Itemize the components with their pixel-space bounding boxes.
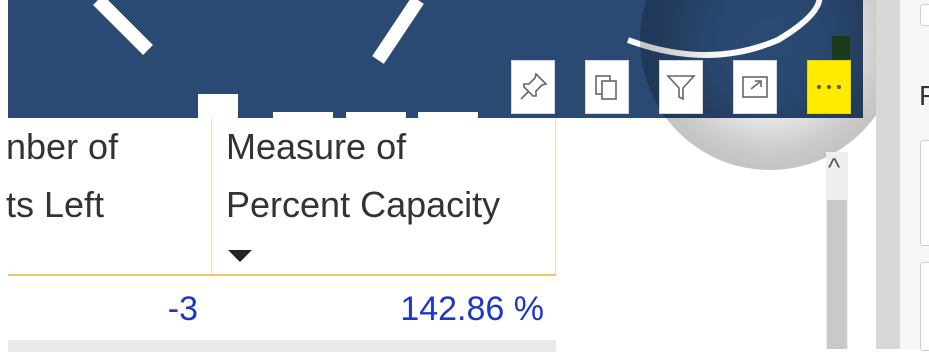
focus-mode-button[interactable] (733, 60, 777, 114)
sort-descending-icon[interactable] (228, 250, 252, 262)
column-separator[interactable] (555, 118, 556, 276)
ellipsis-icon (817, 85, 841, 89)
column-separator[interactable] (211, 118, 212, 276)
focus-mode-icon (742, 76, 768, 98)
column-header-units-left[interactable]: nber of ts Left (6, 118, 206, 276)
header-underline (8, 274, 556, 276)
column-header-line: nber of (6, 126, 119, 167)
decorative-block (832, 36, 850, 60)
pane-field-well[interactable] (920, 140, 929, 246)
column-header-percent-capacity[interactable]: Measure of Percent Capacity (226, 118, 556, 276)
table-cell[interactable]: -3 (8, 290, 198, 329)
more-options-button[interactable] (807, 60, 851, 114)
table-visual: nber of ts Left Measure of Percent Capac… (6, 118, 556, 352)
column-header-line: ts Left (6, 184, 105, 225)
copy-visual-button[interactable] (585, 60, 629, 114)
pane-field-well[interactable] (920, 262, 929, 351)
copy-icon (595, 75, 617, 100)
filter-button[interactable] (659, 60, 703, 114)
pane-divider[interactable] (876, 0, 900, 349)
pin-icon (520, 72, 548, 100)
right-pane (900, 0, 929, 351)
column-header-line: Percent Capacity (226, 184, 501, 225)
scroll-up-icon[interactable]: ^ (828, 152, 840, 182)
pane-label: F (919, 80, 929, 111)
pane-control[interactable] (920, 4, 929, 26)
pin-visual-button[interactable] (511, 60, 555, 114)
table-row-band (8, 340, 556, 352)
scrollbar-thumb[interactable] (827, 200, 847, 349)
table-cell[interactable]: 142.86 % (218, 290, 544, 329)
column-header-line: Measure of (226, 126, 407, 167)
filter-icon (666, 75, 696, 101)
